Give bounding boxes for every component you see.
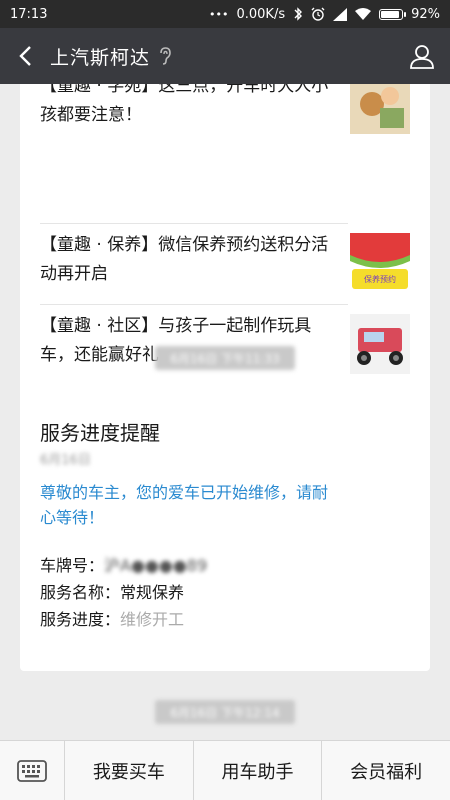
menu-member-benefits[interactable]: 会员福利 xyxy=(322,741,450,800)
menu-buy-car[interactable]: 我要买车 xyxy=(65,741,194,800)
article-item[interactable]: 【童趣 · 学苑】这三点，开车时大人小孩都要注意！ xyxy=(40,84,410,144)
article-item[interactable]: 【童趣 · 社区】与孩子一起制作玩具车，还能赢好礼 xyxy=(40,304,410,384)
article-item[interactable]: 【童趣 · 保养】微信保养预约送积分活动再开启 保养预约 xyxy=(40,223,410,303)
profile-button[interactable] xyxy=(406,40,438,72)
battery-fill xyxy=(381,10,400,18)
service-notice-card[interactable]: 服务进度提醒 6月16日 尊敬的车主，您的爱车已开始维修，请耐心等待！ 车牌号：… xyxy=(20,385,430,671)
back-button[interactable] xyxy=(0,28,50,84)
battery-percent: 92% xyxy=(411,6,440,22)
title-bar: 上汽斯柯达 xyxy=(0,28,450,84)
message-timestamp: 6月16日 下午12:14 xyxy=(155,700,295,724)
ear-icon xyxy=(158,46,172,66)
battery-icon xyxy=(379,8,407,20)
network-speed: 0.00K/s xyxy=(236,6,286,22)
back-arrow-icon xyxy=(19,46,31,66)
service-value: 常规保养 xyxy=(120,583,185,602)
progress-label: 服务进度： xyxy=(40,610,121,629)
article-thumbnail xyxy=(350,84,410,134)
status-bar: 17:13 ••• 0.00K/s 92% xyxy=(0,0,450,28)
more-dots: ••• xyxy=(209,7,229,21)
plate-label: 车牌号： xyxy=(40,556,105,575)
notice-intro: 尊敬的车主，您的爱车已开始维修，请耐心等待！ xyxy=(40,483,329,527)
signal-icon xyxy=(333,7,348,21)
plate-value: 沪A●●●●89 xyxy=(104,556,208,575)
keyboard-icon xyxy=(17,760,47,782)
bluetooth-icon xyxy=(294,7,303,21)
alarm-icon xyxy=(311,7,325,21)
thumb-caption: 保养预约 xyxy=(364,274,396,284)
message-timestamp: 6月16日 下午11:33 xyxy=(155,346,295,370)
article-thumbnail: 保养预约 xyxy=(350,233,410,293)
status-icons: ••• 0.00K/s 92% xyxy=(209,7,440,22)
progress-value: 维修开工 xyxy=(120,610,185,629)
notice-date: 6月16日 xyxy=(40,453,91,468)
page-title: 上汽斯柯达 xyxy=(50,46,151,69)
bottom-menu-bar: 我要买车 用车助手 会员福利 xyxy=(0,740,450,800)
menu-car-assistant[interactable]: 用车助手 xyxy=(194,741,323,800)
article-title: 【童趣 · 学苑】这三点，开车时大人小孩都要注意！ xyxy=(40,84,329,125)
article-thumbnail xyxy=(350,314,410,374)
wifi-icon xyxy=(355,7,372,20)
chat-area[interactable]: 【童趣 · 学苑】这三点，开车时大人小孩都要注意！ 【童趣 · 保养】微信保养预… xyxy=(0,84,450,740)
person-icon xyxy=(410,45,434,69)
progress-row: 服务进度： 维修开工 xyxy=(40,606,184,630)
service-label: 服务名称： xyxy=(40,583,121,602)
plate-row: 车牌号： 沪A●●●●89 xyxy=(40,552,207,576)
notice-title: 服务进度提醒 xyxy=(40,421,160,445)
keyboard-toggle-button[interactable] xyxy=(0,741,65,800)
service-row: 服务名称： 常规保养 xyxy=(40,579,184,603)
status-time: 17:13 xyxy=(10,6,48,22)
article-title: 【童趣 · 保养】微信保养预约送积分活动再开启 xyxy=(40,235,329,284)
